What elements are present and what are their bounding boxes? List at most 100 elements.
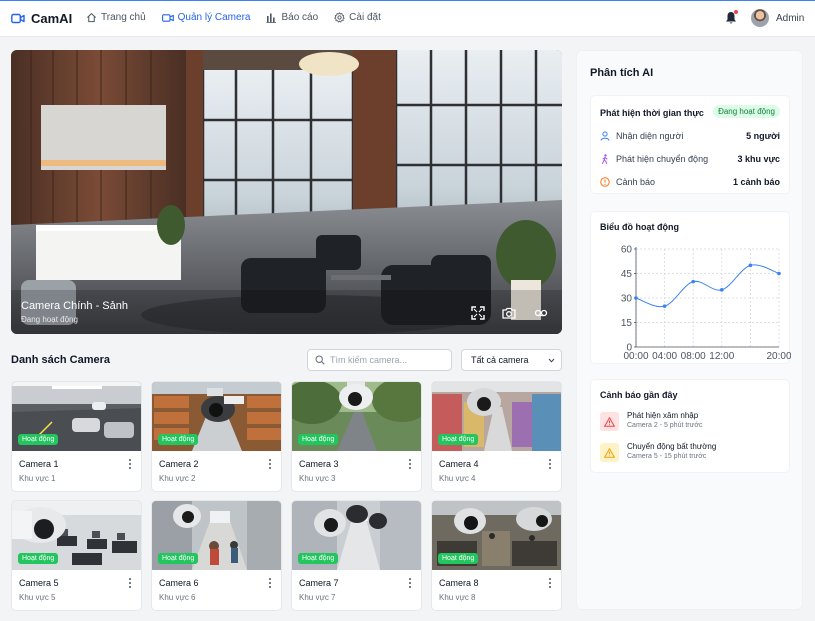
- camera-card-5[interactable]: Hoạt động Camera 5 Khu vực 5: [11, 500, 142, 611]
- motion-detection-row: Phát hiện chuyển động 3 khu vực: [600, 152, 780, 166]
- main-camera-status: Đang hoạt động: [21, 315, 78, 324]
- nav-settings[interactable]: Cài đặt: [334, 12, 381, 23]
- camera-card-8[interactable]: Hoạt động Camera 8 Khu vực 8: [431, 500, 562, 611]
- brand-name: CamAI: [31, 11, 73, 26]
- alert-circle-icon: [600, 177, 610, 187]
- lobby-scene-image: [11, 50, 562, 334]
- record-tape-icon[interactable]: [534, 306, 548, 320]
- nav-camera-management[interactable]: Quản lý Camera: [161, 12, 251, 23]
- gear-icon: [334, 12, 345, 23]
- status-badge: Đang hoạt động: [713, 105, 780, 118]
- camera-card-2[interactable]: Hoạt động Camera 2 Khu vực 2: [151, 381, 282, 492]
- camera-search[interactable]: [307, 349, 452, 371]
- nav-camera-management-label: Quản lý Camera: [177, 12, 251, 23]
- alert-item-unusual-motion[interactable]: Chuyển động bất thường Camera 5 - 15 phú…: [600, 442, 780, 466]
- person-detection-row: Nhận diện người 5 người: [600, 129, 780, 143]
- camera-card-4[interactable]: Hoạt động Camera 4 Khu vực 4: [431, 381, 562, 492]
- camera-name: Camera 5: [19, 578, 59, 588]
- camera-filter-select[interactable]: Tất cả camera: [461, 349, 562, 371]
- chart-y-tick-label: 15: [621, 318, 633, 329]
- ai-analysis-panel: Phân tích AI Phát hiện thời gian thực Đa…: [576, 50, 803, 610]
- more-options-icon[interactable]: [407, 577, 413, 589]
- more-options-icon[interactable]: [267, 458, 273, 470]
- camera-zone: Khu vực 4: [439, 474, 476, 483]
- camera-icon: [161, 13, 174, 22]
- chart-y-tick-label: 30: [621, 294, 633, 305]
- top-navigation-bar: CamAI Trang chủ Quản lý Camera Báo cáo C…: [0, 0, 815, 37]
- realtime-detection-box: Phát hiện thời gian thực Đang hoạt động …: [590, 95, 790, 194]
- camera-name: Camera 4: [439, 459, 479, 469]
- warning-icon: [600, 412, 619, 431]
- home-icon: [87, 13, 96, 23]
- notification-dot: [734, 10, 738, 14]
- fullscreen-icon[interactable]: [471, 306, 485, 320]
- brand-logo[interactable]: CamAI: [11, 11, 72, 26]
- status-badge: Hoạt động: [298, 553, 339, 564]
- camera-filter-value: Tất cả camera: [471, 355, 529, 365]
- row-value: 1 cảnh báo: [732, 177, 780, 187]
- nav-reports[interactable]: Báo cáo: [266, 12, 318, 23]
- user-name: Admin: [776, 12, 805, 24]
- chart-data-point: [777, 271, 781, 276]
- status-badge: Hoạt động: [158, 434, 199, 445]
- ai-panel-title: Phân tích AI: [590, 67, 654, 79]
- camera-list-title: Danh sách Camera: [11, 354, 111, 366]
- more-options-icon[interactable]: [267, 577, 273, 589]
- chart-series-line: [635, 264, 780, 308]
- camera-zone: Khu vực 7: [299, 593, 336, 602]
- alert-title: Phát hiện xâm nhập: [627, 411, 699, 420]
- nav-home[interactable]: Trang chủ: [86, 12, 146, 23]
- chart-data-point: [662, 304, 667, 308]
- chart-y-tick-label: 45: [621, 269, 633, 280]
- camera-name: Camera 6: [159, 578, 199, 588]
- camera-search-input[interactable]: [330, 355, 445, 365]
- nav-settings-label: Cài đặt: [349, 12, 381, 23]
- alert-title: Chuyển động bất thường: [627, 442, 717, 451]
- row-value: 5 người: [746, 131, 780, 141]
- chart-data-point: [691, 279, 695, 284]
- chart-data-point: [748, 263, 753, 268]
- alert-subtitle: Camera 5 - 15 phút trước: [627, 453, 707, 460]
- chart-x-tick-label: 08:00: [681, 351, 706, 362]
- bar-chart-icon: [266, 13, 277, 23]
- row-label: Phát hiện chuyển động: [616, 154, 709, 164]
- status-badge: Hoạt động: [438, 553, 479, 564]
- more-options-icon[interactable]: [407, 458, 413, 470]
- recent-alerts-box: Cảnh báo gần đây Phát hiện xâm nhập Came…: [590, 379, 790, 473]
- notifications-button[interactable]: [725, 10, 738, 30]
- camera-card-3[interactable]: Hoạt động Camera 3 Khu vực 3: [291, 381, 422, 492]
- chart-x-tick-label: 00:00: [623, 351, 648, 362]
- more-options-icon[interactable]: [127, 577, 133, 589]
- more-options-icon[interactable]: [547, 577, 553, 589]
- alert-count-row: Cảnh báo 1 cảnh báo: [600, 175, 780, 189]
- more-options-icon[interactable]: [127, 458, 133, 470]
- camera-card-1[interactable]: Hoạt động Camera 1 Khu vực 1: [11, 381, 142, 492]
- camera-name: Camera 3: [299, 459, 339, 469]
- camera-zone: Khu vực 1: [19, 474, 56, 483]
- chart-x-tick-label: 04:00: [652, 351, 677, 362]
- camera-name: Camera 8: [439, 578, 479, 588]
- chevron-down-icon: [548, 358, 555, 363]
- camera-name: Camera 1: [19, 459, 59, 469]
- alert-item-intrusion[interactable]: Phát hiện xâm nhập Camera 2 - 5 phút trư…: [600, 411, 780, 435]
- camera-card-6[interactable]: Hoạt động Camera 6 Khu vực 6: [151, 500, 282, 611]
- chart-data-point: [634, 296, 638, 300]
- video-camera-icon: [11, 13, 25, 24]
- alert-subtitle: Camera 2 - 5 phút trước: [627, 422, 703, 429]
- snapshot-camera-icon[interactable]: [502, 306, 516, 320]
- recent-alerts-title: Cảnh báo gần đây: [600, 390, 678, 400]
- row-label: Nhận diện người: [616, 131, 684, 141]
- row-value: 3 khu vực: [737, 154, 780, 164]
- user-icon: [600, 131, 610, 141]
- user-menu[interactable]: Admin: [751, 9, 804, 27]
- camera-zone: Khu vực 3: [299, 474, 336, 483]
- camera-zone: Khu vực 8: [439, 593, 476, 602]
- activity-chart-title: Biểu đồ hoạt động: [600, 222, 679, 232]
- more-options-icon[interactable]: [547, 458, 553, 470]
- status-badge: Hoạt động: [18, 434, 59, 445]
- main-camera-feed[interactable]: Camera Chính - Sảnh Đang hoạt động: [11, 50, 562, 334]
- status-badge: Hoạt động: [18, 553, 59, 564]
- camera-card-7[interactable]: Hoạt động Camera 7 Khu vực 7: [291, 500, 422, 611]
- camera-zone: Khu vực 5: [19, 593, 56, 602]
- camera-name: Camera 2: [159, 459, 199, 469]
